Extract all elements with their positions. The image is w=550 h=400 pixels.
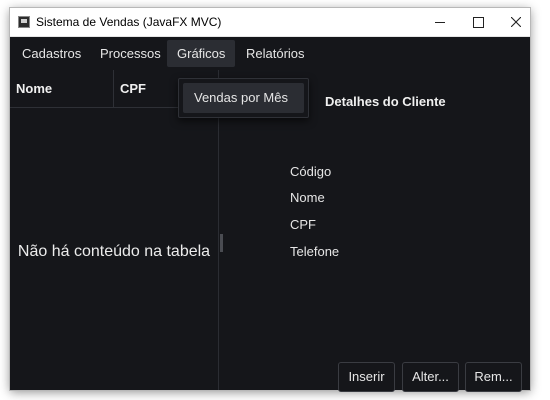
minimize-icon <box>435 21 445 23</box>
field-label-telefone: Telefone <box>290 244 340 259</box>
graficos-dropdown-menu: Vendas por Mês <box>178 78 309 118</box>
insert-button[interactable]: Inserir <box>338 362 395 392</box>
minimize-button[interactable] <box>422 8 458 36</box>
maximize-button[interactable] <box>460 8 496 36</box>
remove-button[interactable]: Rem... <box>465 362 522 392</box>
edit-button[interactable]: Alter... <box>402 362 459 392</box>
client-details-panel: Detalhes do Cliente Código Nome CPF Tele… <box>222 70 530 392</box>
details-title: Detalhes do Cliente <box>325 94 446 109</box>
table-placeholder: Não há conteúdo na tabela <box>17 243 211 260</box>
field-label-cpf: CPF <box>290 217 316 232</box>
maximize-icon <box>472 16 484 28</box>
main-content: Nome CPF Não há conteúdo na tabela Detal… <box>10 70 530 392</box>
field-label-codigo: Código <box>290 164 332 179</box>
app-window: Sistema de Vendas (JavaFX MVC) Cadastros… <box>10 8 530 392</box>
menu-cadastros[interactable]: Cadastros <box>12 40 91 67</box>
menu-relatorios[interactable]: Relatórios <box>236 40 315 67</box>
title-bar[interactable]: Sistema de Vendas (JavaFX MVC) <box>10 8 530 37</box>
close-button[interactable] <box>498 8 534 36</box>
menu-graficos[interactable]: Gráficos <box>167 40 236 67</box>
window-title: Sistema de Vendas (JavaFX MVC) <box>36 15 222 29</box>
column-header-nome[interactable]: Nome <box>10 70 114 107</box>
menu-item-vendas-por-mes[interactable]: Vendas por Mês <box>183 83 304 113</box>
field-label-nome: Nome <box>290 190 325 205</box>
clients-table[interactable]: Nome CPF Não há conteúdo na tabela <box>10 70 218 390</box>
menu-bar: Cadastros Processos Gráficos Relatórios <box>10 37 530 70</box>
close-icon <box>511 17 521 27</box>
app-icon <box>18 16 30 28</box>
menu-processos[interactable]: Processos <box>90 40 171 67</box>
